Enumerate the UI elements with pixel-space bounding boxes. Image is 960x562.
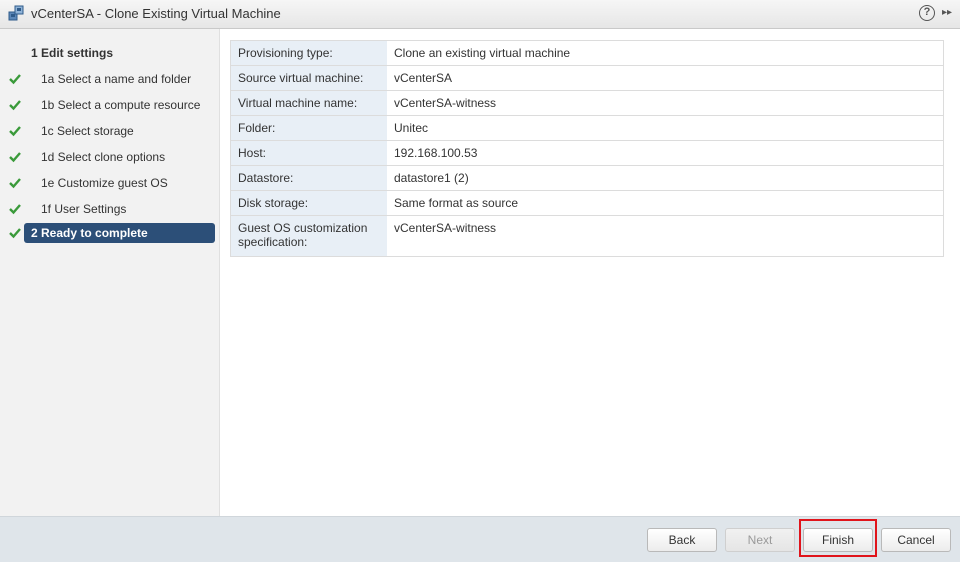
review-key: Disk storage: xyxy=(230,190,387,216)
review-key: Folder: xyxy=(230,115,387,141)
back-button[interactable]: Back xyxy=(647,528,717,552)
review-value: Unitec xyxy=(387,115,944,141)
review-value-text: Clone an existing virtual machine xyxy=(394,46,571,60)
review-key-text: Host: xyxy=(238,146,267,160)
wizard-step-6[interactable]: 1f User Settings xyxy=(0,197,219,221)
checkmark-icon xyxy=(9,204,21,215)
review-row: Host: 192.168.100.53 xyxy=(230,140,944,166)
review-key-text: Guest OS customization specification: xyxy=(238,221,368,249)
review-value: vCenterSA xyxy=(387,65,944,91)
review-row: Guest OS customization specification: vCe… xyxy=(230,215,944,257)
expand-icon[interactable]: ▸▸ xyxy=(942,7,956,21)
review-key: Virtual machine name: xyxy=(230,90,387,116)
wizard-step-label: 2 Ready to complete xyxy=(31,226,148,240)
review-row: Disk storage: Same format as source xyxy=(230,190,944,216)
wizard-step-label: 1b Select a compute resource xyxy=(41,98,201,112)
clone-vm-dialog: vCenterSA - Clone Existing Virtual Machi… xyxy=(0,0,960,562)
review-key: Datastore: xyxy=(230,165,387,191)
review-value-text: vCenterSA xyxy=(394,71,453,85)
review-value: vCenterSA-witness xyxy=(387,90,944,116)
review-key-text: Disk storage: xyxy=(238,196,309,210)
review-row: Folder: Unitec xyxy=(230,115,944,141)
checkmark-icon xyxy=(9,126,21,137)
clone-vm-icon xyxy=(8,5,24,21)
wizard-step-2[interactable]: 1b Select a compute resource xyxy=(0,93,219,117)
finish-button[interactable]: Finish xyxy=(803,528,873,552)
cancel-button[interactable]: Cancel xyxy=(881,528,951,552)
review-value-text: vCenterSA-witness xyxy=(394,221,497,235)
review-value: 192.168.100.53 xyxy=(387,140,944,166)
review-value: datastore1 (2) xyxy=(387,165,944,191)
review-key-text: Virtual machine name: xyxy=(238,96,358,110)
wizard-step-3[interactable]: 1c Select storage xyxy=(0,119,219,143)
next-button[interactable]: Next xyxy=(725,528,795,552)
wizard-step-label: 1a Select a name and folder xyxy=(41,72,192,86)
review-value-text: datastore1 (2) xyxy=(394,171,469,185)
wizard-step-label: 1d Select clone options xyxy=(41,150,166,164)
wizard-step-1[interactable]: 1a Select a name and folder xyxy=(0,67,219,91)
review-row: Datastore: datastore1 (2) xyxy=(230,165,944,191)
review-table: Provisioning type: Clone an existing virt… xyxy=(230,40,944,257)
review-row: Provisioning type: Clone an existing virt… xyxy=(230,40,944,66)
checkmark-icon xyxy=(9,152,21,163)
wizard-step-0[interactable]: 1 Edit settings xyxy=(0,41,219,65)
review-key: Guest OS customization specification: xyxy=(230,215,387,257)
review-value: Same format as source xyxy=(387,190,944,216)
wizard-step-7[interactable]: 2 Ready to complete xyxy=(0,223,219,247)
review-key: Source virtual machine: xyxy=(230,65,387,91)
review-key-text: Provisioning type: xyxy=(238,46,333,60)
review-value-text: Same format as source xyxy=(394,196,519,210)
review-value: vCenterSA-witness xyxy=(387,215,944,257)
title-bar: vCenterSA - Clone Existing Virtual Machi… xyxy=(0,0,960,29)
checkmark-icon xyxy=(9,100,21,111)
checkmark-icon xyxy=(9,178,21,189)
review-key-text: Datastore: xyxy=(238,171,294,185)
wizard-step-label: 1 Edit settings xyxy=(31,46,114,60)
review-value: Clone an existing virtual machine xyxy=(387,40,944,66)
review-key-text: Source virtual machine: xyxy=(238,71,364,85)
review-value-text: Unitec xyxy=(394,121,429,135)
review-row: Source virtual machine: vCenterSA xyxy=(230,65,944,91)
wizard-step-label: 1f User Settings xyxy=(41,202,127,216)
review-key: Host: xyxy=(230,140,387,166)
review-row: Virtual machine name: vCenterSA-witness xyxy=(230,90,944,116)
wizard-step-label: 1e Customize guest OS xyxy=(41,176,168,190)
review-key-text: Folder: xyxy=(238,121,276,135)
review-key: Provisioning type: xyxy=(230,40,387,66)
review-panel: Provisioning type: Clone an existing virt… xyxy=(220,29,960,516)
wizard-step-5[interactable]: 1e Customize guest OS xyxy=(0,171,219,195)
review-value-text: 192.168.100.53 xyxy=(394,146,478,160)
checkmark-icon xyxy=(9,228,21,239)
dialog-footer: Back Next Finish Cancel xyxy=(0,516,960,562)
window-title: vCenterSA - Clone Existing Virtual Machi… xyxy=(31,6,281,21)
wizard-steps-sidebar: 1 Edit settings 1a Select a name and fold… xyxy=(0,29,220,516)
wizard-step-4[interactable]: 1d Select clone options xyxy=(0,145,219,169)
checkmark-icon xyxy=(9,74,21,85)
wizard-step-label: 1c Select storage xyxy=(41,124,134,138)
help-icon[interactable]: ? xyxy=(919,5,935,21)
review-value-text: vCenterSA-witness xyxy=(394,96,497,110)
